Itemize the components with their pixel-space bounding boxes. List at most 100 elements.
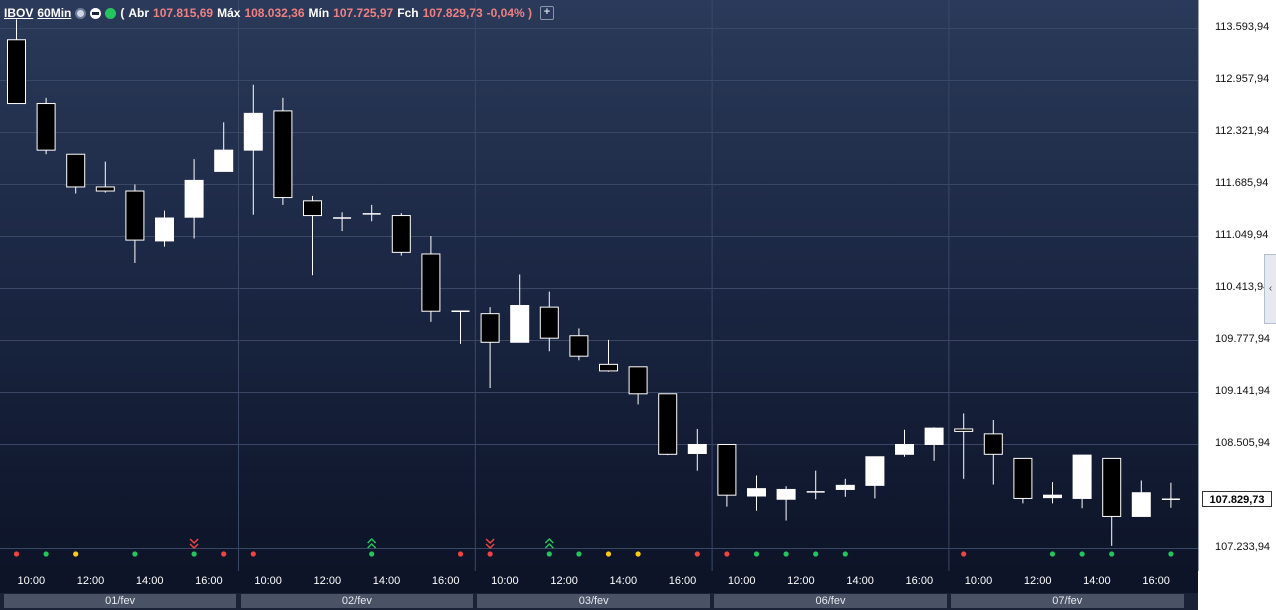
time-tick-label: 14:00 <box>372 575 401 587</box>
signal-dot <box>221 551 227 557</box>
candle-body <box>569 335 589 357</box>
candle-body <box>717 443 737 496</box>
time-tick-label: 14:00 <box>609 575 638 587</box>
signal-dot <box>13 551 20 557</box>
buy-signal-icon <box>367 537 377 549</box>
time-tick-label: 14:00 <box>846 575 874 587</box>
minimize-icon[interactable] <box>90 7 102 19</box>
candle-body <box>687 443 707 454</box>
candle-body <box>303 200 322 217</box>
ohlc-open-paren: ( <box>120 6 125 20</box>
candle-body <box>1102 457 1122 517</box>
candle-body <box>1072 454 1092 499</box>
signal-dot <box>457 551 464 557</box>
sell-signal-icon <box>485 538 495 550</box>
signal-dot <box>1049 551 1056 557</box>
day-label: 03/fev <box>477 594 711 608</box>
time-tick-label: 16:00 <box>905 575 934 587</box>
low-label: Mín <box>308 6 330 20</box>
signal-dot <box>73 551 79 557</box>
day-label: 02/fev <box>240 594 474 608</box>
candle-body <box>1043 494 1062 499</box>
candle-body <box>480 313 500 343</box>
candle-body <box>184 179 204 218</box>
candle-body <box>539 306 559 339</box>
signal-dot <box>694 551 700 557</box>
time-tick-label: 12:00 <box>313 575 342 587</box>
open-value: 107.815,69 <box>153 6 214 20</box>
price-tick-label: 112.957,94 <box>1215 73 1270 85</box>
low-value: 107.725,97 <box>333 6 394 20</box>
timeframe-link[interactable]: 60Min <box>37 6 71 20</box>
signal-dot <box>43 551 49 557</box>
price-tick-label: 110.413,94 <box>1215 281 1270 293</box>
live-status-icon <box>105 7 117 19</box>
open-label: Abr <box>128 6 150 20</box>
add-indicator-button[interactable]: + <box>540 6 555 20</box>
price-tick-label: 111.685,94 <box>1215 177 1269 189</box>
price-tick-label: 109.141,94 <box>1215 385 1271 397</box>
time-tick-label: 10:00 <box>964 575 993 587</box>
signal-dot <box>961 551 967 557</box>
time-tick-label: 12:00 <box>1023 575 1052 587</box>
candle-body <box>747 488 766 497</box>
price-tick-label: 107.233,94 <box>1215 541 1271 553</box>
time-tick-label: 16:00 <box>431 575 460 587</box>
candle-body <box>835 484 855 490</box>
collapse-panel-handle[interactable]: ‹ <box>1264 254 1276 324</box>
signal-dot <box>250 551 256 557</box>
signal-dot <box>1079 551 1085 557</box>
signal-dot <box>842 551 848 557</box>
day-label: 07/fev <box>950 594 1184 608</box>
signal-dot <box>783 551 789 557</box>
candle-body <box>599 363 618 372</box>
candle-body <box>36 103 56 151</box>
signal-dot <box>605 551 612 557</box>
signal-dot <box>369 551 375 557</box>
signal-dot <box>1109 551 1115 557</box>
signal-dot <box>132 551 138 557</box>
candle-body <box>95 186 115 192</box>
chart-plot-area[interactable] <box>0 0 1198 571</box>
candle-body <box>1131 492 1151 517</box>
time-tick-label: 10:00 <box>727 575 756 587</box>
time-tick-label: 12:00 <box>787 575 815 587</box>
signal-dot <box>546 551 552 557</box>
day-label: 06/fev <box>714 594 947 608</box>
price-tick-label: 113.593,94 <box>1215 21 1270 33</box>
signal-dot <box>1168 551 1174 557</box>
signal-dot <box>724 551 730 557</box>
day-label: 01/fev <box>3 594 237 608</box>
symbol-link[interactable]: IBOV <box>4 6 33 20</box>
candle-body <box>155 217 174 242</box>
signal-dot <box>191 551 197 557</box>
candle-body <box>1013 457 1033 499</box>
candle-body <box>510 304 530 343</box>
candle-body <box>895 443 914 455</box>
signal-dot <box>635 551 641 557</box>
time-tick-label: 16:00 <box>195 575 223 587</box>
candle-body <box>865 456 885 486</box>
candle-body <box>7 39 26 105</box>
candle-body <box>273 110 293 199</box>
time-tick-label: 16:00 <box>1142 575 1170 587</box>
signal-dot <box>487 551 493 557</box>
candle-body <box>983 433 1003 455</box>
candle-body <box>243 112 263 151</box>
last-price-label: 107.829,73 <box>1202 491 1272 508</box>
signal-dot <box>753 551 760 557</box>
price-tick-label: 112.321,94 <box>1215 125 1270 137</box>
time-tick-label: 12:00 <box>76 575 105 587</box>
candle-body <box>954 428 974 432</box>
time-tick-label: 10:00 <box>17 575 46 587</box>
candlestick-chart[interactable] <box>0 0 1198 571</box>
candle-body <box>628 366 648 395</box>
close-label: Fch <box>397 6 419 20</box>
time-tick-label: 10:00 <box>254 575 282 587</box>
time-tick-label: 10:00 <box>491 575 519 587</box>
time-axis[interactable] <box>0 571 1198 593</box>
candle-body <box>66 153 86 188</box>
settings-icon[interactable] <box>75 7 87 19</box>
close-value: 107.829,73 <box>422 6 483 20</box>
time-tick-label: 14:00 <box>135 575 164 587</box>
